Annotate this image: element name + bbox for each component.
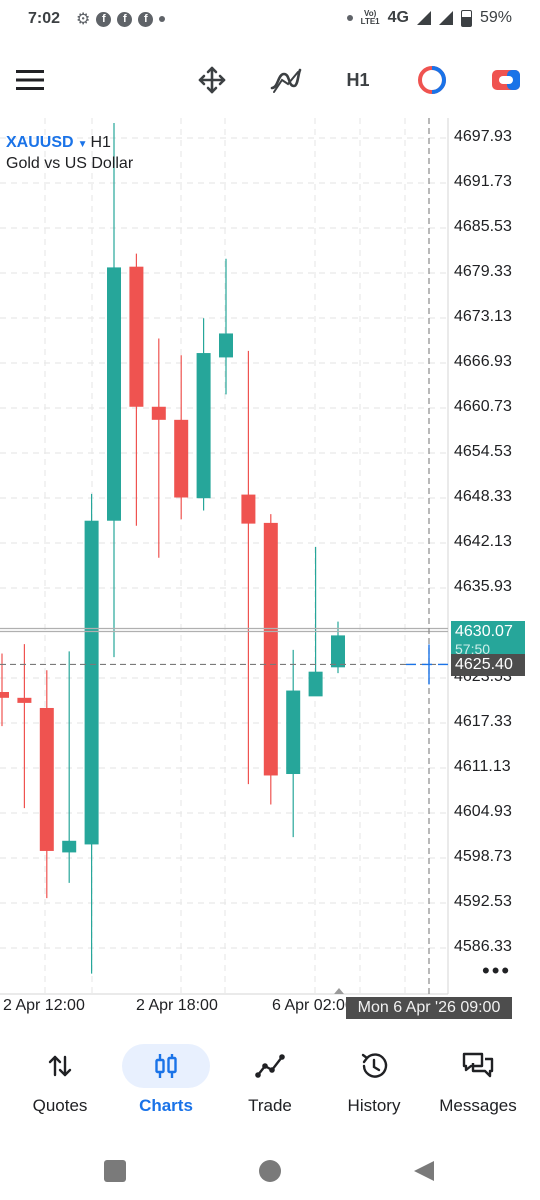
price-tick-label: 4642.13 [454,532,512,550]
candle-up [219,333,233,358]
price-tick-label: 4586.33 [454,937,512,955]
back-button[interactable] [412,1159,436,1183]
price-tick-label: 4617.33 [454,712,512,730]
recent-apps-button[interactable] [104,1160,126,1182]
price-tick-label: 4592.53 [454,892,512,910]
bottom-navigation: Quotes Charts Trade History Messages [0,1038,540,1128]
crosshair-time-label: Mon 6 Apr '26 09:00 [346,997,512,1019]
symbol-name: XAUUSD [6,134,74,151]
price-tick-label: 4691.73 [454,172,512,190]
nav-history-label: History [347,1096,401,1115]
bid-price-tag: 4625.40 [451,654,525,676]
candle-down [241,494,256,524]
candle-down [129,266,144,407]
price-tick-label: 4660.73 [454,397,512,415]
candle-up [84,520,99,845]
price-tick-label: 4635.93 [454,577,512,595]
candle-up [286,690,301,775]
nav-charts-label: Charts [139,1096,193,1115]
symbol-description: Gold vs US Dollar [6,155,134,172]
home-button[interactable] [259,1160,281,1182]
candlestick-icon [155,1054,177,1078]
time-tick-label: 6 Apr 02:00 [272,997,354,1014]
dropdown-arrow-icon: ▼ [77,139,88,150]
candle-down [151,406,166,420]
quotes-arrows-icon [48,1055,72,1077]
time-caret-icon [334,988,344,994]
trade-line-icon [255,1054,285,1078]
nav-messages[interactable]: Messages [426,1038,530,1128]
nav-charts[interactable]: Charts [114,1038,218,1128]
chart-symbol[interactable]: XAUUSD ▼ H1 [6,134,111,152]
price-tick-label: 4697.93 [454,128,512,145]
time-tick-label: 2 Apr 12:00 [3,997,85,1014]
price-tick-label: 4673.13 [454,307,512,325]
candle-down [263,522,278,776]
price-tick-label: 4685.53 [454,217,512,235]
candle-down [17,697,32,703]
candle-up [107,267,121,521]
candle-up [308,671,323,697]
price-tick-label: 4604.93 [454,802,512,820]
price-tick-label: 4611.13 [454,757,511,775]
candle-down [174,419,189,498]
price-tick-label: 4648.33 [454,487,512,505]
nav-trade-label: Trade [248,1096,292,1115]
price-tick-label: 4598.73 [454,847,512,865]
nav-history[interactable]: History [322,1038,426,1128]
history-clock-icon [361,1053,388,1078]
candle-up [62,840,77,853]
messages-chat-icon [462,1052,494,1078]
time-tick-label: 2 Apr 18:00 [136,997,218,1014]
candle-up [196,353,211,499]
ask-price-tag: 4630.07 [451,621,525,643]
nav-quotes-label: Quotes [32,1096,88,1115]
candle-up [331,635,345,668]
symbol-timeframe: H1 [90,134,111,151]
nav-messages-label: Messages [439,1096,517,1115]
chart-more-button[interactable]: ••• [482,958,511,984]
candle-down [0,692,9,698]
candle-down [39,707,54,851]
system-navigation-bar [0,1140,540,1200]
nav-quotes[interactable]: Quotes [8,1038,112,1128]
nav-trade[interactable]: Trade [218,1038,322,1128]
price-tick-label: 4679.33 [454,262,512,280]
price-tick-label: 4666.93 [454,352,512,370]
price-tick-label: 4654.53 [454,442,512,460]
